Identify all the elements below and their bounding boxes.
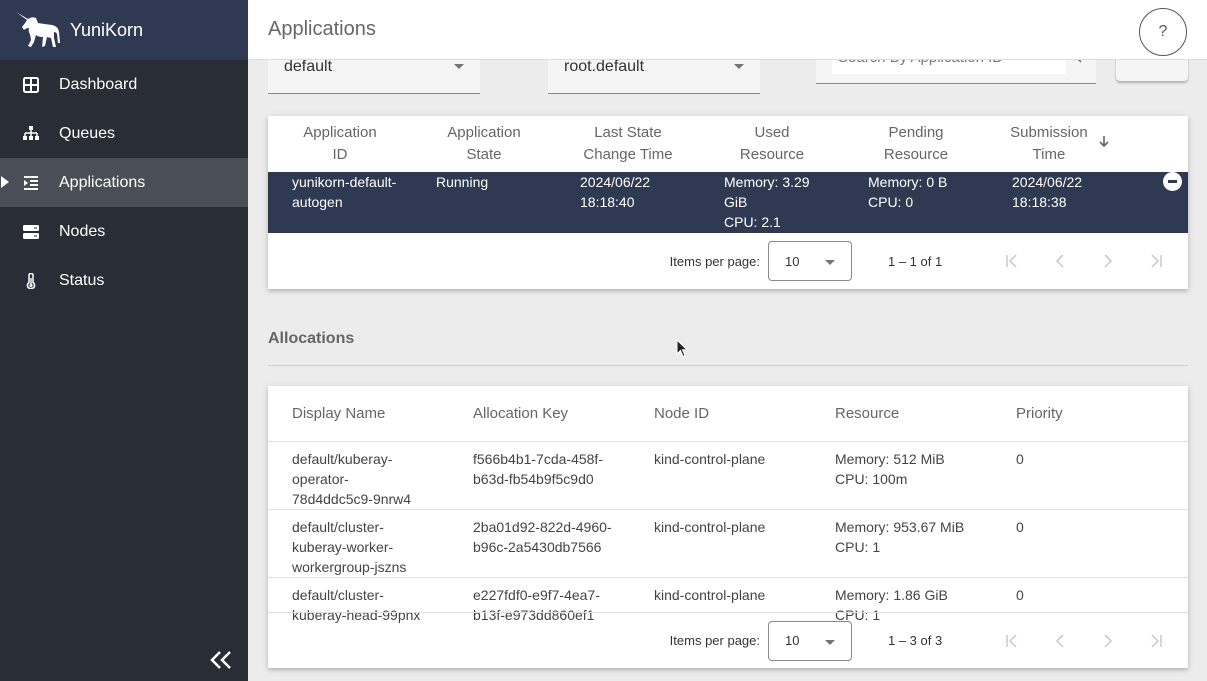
- list-icon: [22, 174, 40, 192]
- double-chevron-left-icon: [210, 650, 232, 674]
- chevron-down-icon: [825, 260, 835, 265]
- table-row[interactable]: yunikorn-default-autogen Running 2024/06…: [268, 172, 1188, 233]
- previous-page-button[interactable]: [1036, 241, 1084, 281]
- sidebar-item-label: Applications: [59, 173, 146, 191]
- cell-priority: 0: [992, 441, 1188, 510]
- applications-paginator: Items per page: 10 1 – 1 of 1: [268, 233, 1188, 289]
- items-per-page-value: 10: [785, 253, 800, 269]
- sidebar-item-nodes[interactable]: Nodes: [0, 207, 248, 256]
- queue-value: root.default: [564, 58, 645, 75]
- sidebar-item-label: Dashboard: [59, 75, 138, 93]
- items-per-page-label: Items per page:: [669, 633, 760, 648]
- items-per-page-select[interactable]: 10: [768, 620, 852, 661]
- applications-table: Application ID Application State Last Stat…: [268, 116, 1188, 233]
- chevron-down-icon: [454, 64, 464, 69]
- sidebar-item-queues[interactable]: Queues: [0, 109, 248, 158]
- last-page-icon: [1151, 633, 1162, 648]
- chevron-right-icon: [1104, 254, 1113, 268]
- page-range-label: 1 – 3 of 3: [888, 633, 943, 648]
- sidebar: YuniKorn Dashboard Queues Applications N…: [0, 0, 248, 681]
- sidebar-item-applications[interactable]: Applications: [0, 158, 248, 207]
- arrow-down-icon[interactable]: [1098, 133, 1110, 155]
- cell-application-id: yunikorn-default-autogen: [292, 174, 397, 210]
- cell-allocation-key: f566b4b1-7cda-458f-b63d-fb54b9f5c9d0: [449, 441, 630, 510]
- cell-resource: Memory: 512 MiB CPU: 100m: [811, 441, 992, 510]
- table-row[interactable]: default/kuberay-operator- 78d4ddc5c9-9nrw…: [268, 441, 1188, 510]
- last-page-button[interactable]: [1132, 621, 1180, 661]
- page-range-label: 1 – 1 of 1: [888, 253, 943, 269]
- cell-node-id: kind-control-plane: [630, 509, 811, 578]
- allocations-table-card: Display Name Allocation Key Node ID Reso…: [268, 386, 1188, 668]
- table-row[interactable]: default/cluster-kuberay-worker-workergro…: [268, 509, 1188, 578]
- sidebar-item-label: Status: [59, 271, 105, 289]
- cell-node-id: kind-control-plane: [630, 441, 811, 510]
- sidebar-item-label: Nodes: [59, 222, 106, 240]
- cell-priority: 0: [992, 509, 1188, 578]
- cell-display-name: default/kuberay-operator- 78d4ddc5c9-9nrw…: [268, 441, 449, 510]
- dashboard-icon: [22, 76, 40, 94]
- applications-table-card: Application ID Application State Last Stat…: [268, 116, 1188, 289]
- first-page-button[interactable]: [988, 241, 1036, 281]
- column-header-used-resource[interactable]: Used Resource: [700, 116, 844, 172]
- collapse-row-icon[interactable]: [1163, 172, 1182, 191]
- cell-display-name: default/cluster-kuberay-worker-workergro…: [268, 509, 449, 578]
- help-button[interactable]: ?: [1139, 8, 1187, 56]
- collapse-sidebar-button[interactable]: [206, 648, 236, 676]
- server-icon: [22, 223, 40, 241]
- top-header: Applications ?: [248, 0, 1207, 60]
- column-header-node-id[interactable]: Node ID: [630, 386, 811, 442]
- last-page-icon: [1151, 254, 1162, 268]
- mouse-cursor-icon: [676, 338, 690, 359]
- first-page-icon: [1006, 254, 1017, 268]
- next-page-button[interactable]: [1084, 241, 1132, 281]
- allocations-table: Display Name Allocation Key Node ID Reso…: [268, 386, 1188, 625]
- sidebar-item-status[interactable]: Status: [0, 256, 248, 305]
- page-title: Applications: [268, 18, 376, 40]
- cell-used-resource: Memory: 3.29 GiB CPU: 2.1: [724, 174, 810, 230]
- cell-pending-resource: Memory: 0 B CPU: 0: [868, 174, 948, 210]
- items-per-page-select[interactable]: 10: [768, 241, 852, 281]
- allocations-title: Allocations: [268, 330, 355, 347]
- section-divider: [268, 365, 1188, 366]
- sitemap-icon: [22, 125, 40, 143]
- brand-name: YuniKorn: [70, 19, 144, 40]
- column-header-submission-time[interactable]: Submission Time: [988, 116, 1132, 172]
- column-header-application-state[interactable]: Application State: [412, 116, 556, 172]
- next-page-button[interactable]: [1084, 621, 1132, 661]
- cell-allocation-key: 2ba01d92-822d-4960- b96c-2a5430db7566: [449, 509, 630, 578]
- items-per-page-value: 10: [785, 633, 800, 648]
- partition-value: default: [284, 58, 333, 75]
- column-header-allocation-key[interactable]: Allocation Key: [449, 386, 630, 442]
- unicorn-icon: [14, 10, 62, 50]
- items-per-page-label: Items per page:: [669, 253, 760, 269]
- allocations-paginator: Items per page: 10 1 – 3 of 3: [268, 612, 1188, 668]
- thermometer-icon: [22, 272, 40, 290]
- column-header-priority[interactable]: Priority: [992, 386, 1188, 442]
- column-header-application-id[interactable]: Application ID: [268, 116, 412, 172]
- chevron-right-icon: [1104, 633, 1113, 648]
- cell-resource: Memory: 953.67 MiB CPU: 1: [811, 509, 992, 578]
- column-header-last-state-change-time[interactable]: Last State Change Time: [556, 116, 700, 172]
- column-header-pending-resource[interactable]: Pending Resource: [844, 116, 988, 172]
- sidebar-item-dashboard[interactable]: Dashboard: [0, 60, 248, 109]
- cell-application-state: Running: [436, 174, 489, 190]
- chevron-down-icon: [734, 64, 744, 69]
- sidebar-item-label: Queues: [59, 124, 116, 142]
- first-page-icon: [1006, 633, 1017, 648]
- first-page-button[interactable]: [988, 621, 1036, 661]
- chevron-left-icon: [1055, 254, 1064, 268]
- chevron-down-icon: [825, 639, 835, 645]
- chevron-left-icon: [1055, 633, 1064, 648]
- column-header-display-name[interactable]: Display Name: [268, 386, 449, 442]
- cell-submission-time: 2024/06/22 18:18:38: [1012, 174, 1083, 210]
- last-page-button[interactable]: [1132, 241, 1180, 281]
- active-indicator-icon: [1, 176, 9, 188]
- previous-page-button[interactable]: [1036, 621, 1084, 661]
- column-header-resource[interactable]: Resource: [811, 386, 992, 442]
- column-header-actions: [1132, 116, 1188, 172]
- brand[interactable]: YuniKorn: [0, 0, 248, 60]
- cell-last-state-change-time: 2024/06/22 18:18:40: [580, 174, 651, 210]
